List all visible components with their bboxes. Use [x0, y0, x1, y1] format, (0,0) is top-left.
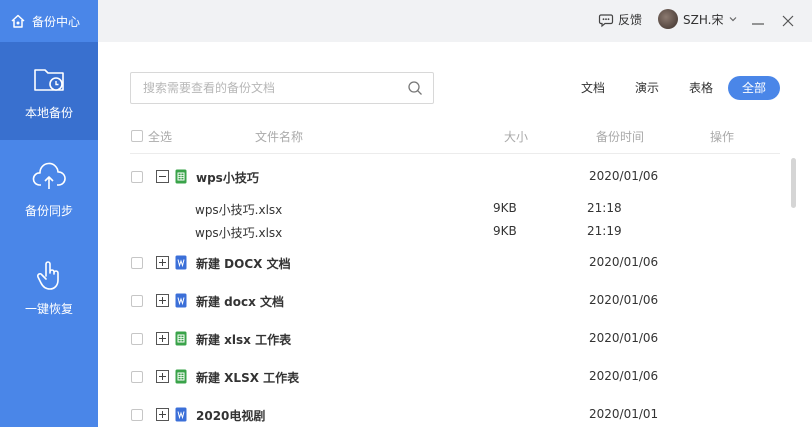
- title-bar: 反馈 SZH.宋: [98, 0, 812, 42]
- file-name: wps小技巧.xlsx: [195, 226, 283, 240]
- expand-toggle[interactable]: [156, 408, 169, 421]
- group-date: 2020/01/06: [589, 255, 659, 269]
- avatar: [658, 9, 678, 29]
- home-icon: [11, 14, 25, 28]
- close-button[interactable]: [778, 11, 798, 31]
- filter-documents[interactable]: 文档: [579, 76, 607, 100]
- row-checkbox[interactable]: [131, 257, 143, 269]
- group-name: 新建 DOCX 文档: [196, 257, 291, 271]
- sidebar-item-label: 本地备份: [24, 105, 73, 120]
- xlsx-file-icon: [175, 169, 187, 184]
- user-menu[interactable]: SZH.宋: [658, 9, 738, 29]
- hand-pointer-icon: [36, 260, 59, 290]
- row-checkbox[interactable]: [131, 333, 143, 345]
- table-header: 全选 文件名称 大小 备份时间 操作: [130, 126, 780, 154]
- sidebar-item-one-click-restore[interactable]: 一键恢复: [0, 238, 98, 336]
- feedback-label: 反馈: [618, 13, 643, 27]
- scrollbar[interactable]: [791, 158, 796, 208]
- sidebar-item-label: 备份同步: [24, 203, 73, 218]
- header-size: 大小: [504, 130, 529, 144]
- group-date: 2020/01/01: [589, 407, 659, 421]
- group-name: 新建 xlsx 工作表: [196, 333, 292, 347]
- row-checkbox[interactable]: [131, 409, 143, 421]
- xlsx-file-icon: [175, 369, 187, 384]
- table-row[interactable]: wps小技巧 2020/01/06: [130, 168, 780, 188]
- minimize-button[interactable]: [748, 11, 768, 31]
- app-brand: 备份中心: [0, 0, 98, 42]
- group-name: 2020电视剧: [196, 409, 266, 423]
- table-row[interactable]: 新建 xlsx 工作表 2020/01/06: [130, 330, 780, 350]
- group-name: 新建 docx 文档: [196, 295, 285, 309]
- folder-clock-icon: [34, 68, 64, 91]
- row-checkbox[interactable]: [131, 371, 143, 383]
- group-name: wps小技巧: [196, 171, 259, 185]
- list-item[interactable]: wps小技巧.xlsx 9KB 21:19: [130, 224, 780, 242]
- group-date: 2020/01/06: [589, 369, 659, 383]
- header-actions: 操作: [710, 130, 735, 144]
- filter-spreadsheets[interactable]: 表格: [687, 76, 715, 100]
- search-input[interactable]: [131, 73, 391, 103]
- xlsx-file-icon: [175, 331, 187, 346]
- row-checkbox[interactable]: [131, 171, 143, 183]
- chat-bubble-icon: [598, 13, 614, 27]
- table-row[interactable]: 新建 XLSX 工作表 2020/01/06: [130, 368, 780, 388]
- search-box: [130, 72, 434, 104]
- expand-toggle[interactable]: [156, 256, 169, 269]
- list-item[interactable]: wps小技巧.xlsx 9KB 21:18: [130, 201, 780, 219]
- table-row[interactable]: 2020电视剧 2020/01/01: [130, 406, 780, 426]
- file-name: wps小技巧.xlsx: [195, 203, 283, 217]
- file-size: 9KB: [493, 224, 517, 238]
- docx-file-icon: [175, 255, 187, 270]
- group-name: 新建 XLSX 工作表: [196, 371, 300, 385]
- minimize-icon: [752, 23, 764, 25]
- group-date: 2020/01/06: [589, 293, 659, 307]
- close-icon: [782, 15, 794, 27]
- row-checkbox[interactable]: [131, 295, 143, 307]
- username: SZH.宋: [683, 12, 724, 27]
- select-all-checkbox[interactable]: [131, 130, 143, 142]
- file-time: 21:18: [587, 201, 622, 215]
- filter-all[interactable]: 全部: [728, 76, 780, 100]
- app-title: 备份中心: [32, 14, 81, 29]
- search-icon[interactable]: [407, 80, 423, 96]
- sidebar-item-label: 一键恢复: [24, 301, 73, 316]
- filter-presentations[interactable]: 演示: [633, 76, 661, 100]
- group-date: 2020/01/06: [589, 169, 659, 183]
- feedback-button[interactable]: 反馈: [598, 11, 642, 28]
- header-backup-time: 备份时间: [596, 130, 645, 144]
- expand-toggle[interactable]: [156, 332, 169, 345]
- sidebar-item-backup-sync[interactable]: 备份同步: [0, 140, 98, 238]
- main-content: 文档 演示 表格 全部 全选 文件名称 大小 备份时间 操作 wps小技巧 20…: [98, 42, 812, 427]
- collapse-toggle[interactable]: [156, 170, 169, 183]
- docx-file-icon: [175, 293, 187, 308]
- file-size: 9KB: [493, 201, 517, 215]
- expand-toggle[interactable]: [156, 294, 169, 307]
- header-file-name: 文件名称: [255, 130, 304, 144]
- file-time: 21:19: [587, 224, 622, 238]
- sidebar: 备份中心 本地备份 备份同步 一键恢复: [0, 0, 98, 427]
- table-row[interactable]: 新建 DOCX 文档 2020/01/06: [130, 254, 780, 274]
- docx-file-icon: [175, 407, 187, 422]
- group-date: 2020/01/06: [589, 331, 659, 345]
- cloud-upload-icon: [32, 162, 66, 189]
- expand-toggle[interactable]: [156, 370, 169, 383]
- header-select-all: 全选: [148, 130, 173, 144]
- table-row[interactable]: 新建 docx 文档 2020/01/06: [130, 292, 780, 312]
- sidebar-item-local-backup[interactable]: 本地备份: [0, 42, 98, 140]
- chevron-down-icon: [730, 17, 737, 22]
